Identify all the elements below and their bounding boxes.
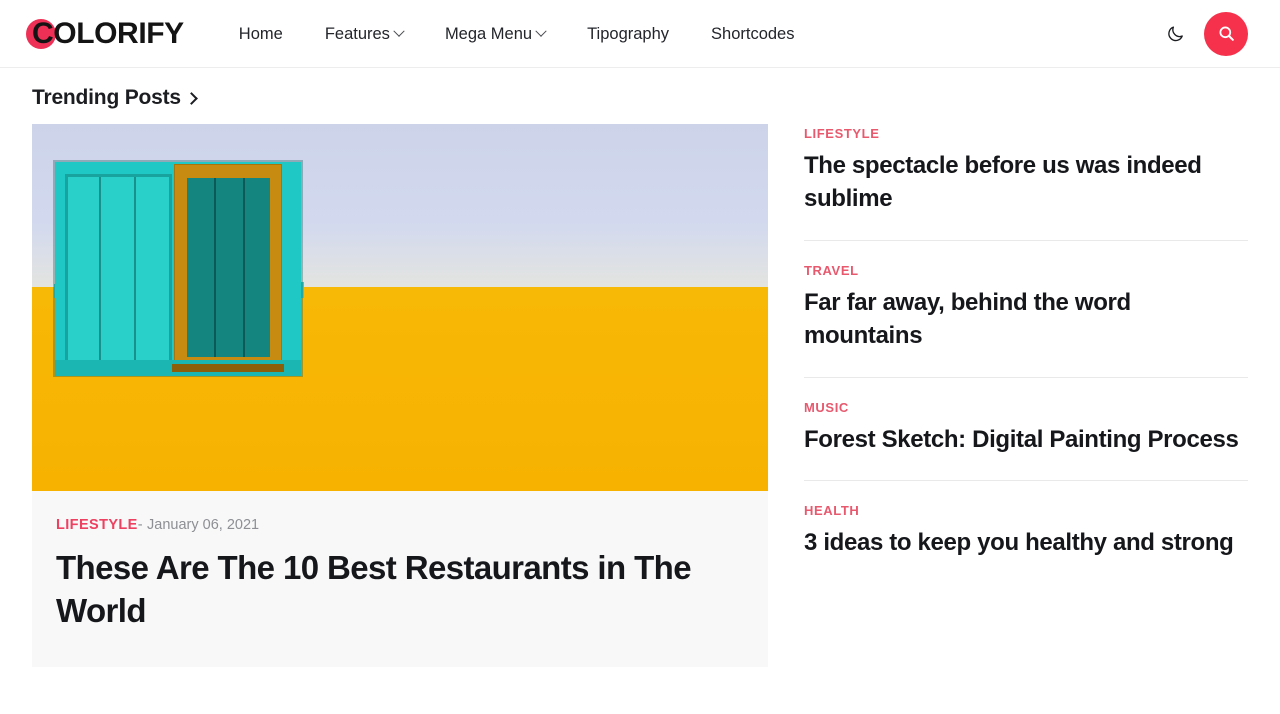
- chevron-down-icon: [535, 25, 547, 37]
- logo-text: COLORIFY: [32, 16, 184, 50]
- trend-post-title[interactable]: The spectacle before us was indeed subli…: [804, 150, 1248, 216]
- featured-post-date: January 06, 2021: [147, 517, 260, 533]
- featured-post-title[interactable]: These Are The 10 Best Restaurants in The…: [56, 547, 744, 633]
- trend-post-title[interactable]: 3 ideas to keep you healthy and strong: [804, 527, 1248, 560]
- trend-category-link[interactable]: LIFESTYLE: [804, 126, 1248, 141]
- list-item[interactable]: MUSIC Forest Sketch: Digital Painting Pr…: [804, 400, 1248, 482]
- moon-icon: [1167, 26, 1183, 42]
- page-title: Trending Posts: [32, 86, 181, 109]
- trend-category-link[interactable]: HEALTH: [804, 503, 1248, 518]
- nav-item-tipography[interactable]: Tipography: [566, 0, 690, 68]
- trending-posts-list: LIFESTYLE The spectacle before us was in…: [804, 124, 1248, 560]
- image-door-sill: [172, 364, 284, 372]
- search-icon: [1218, 26, 1234, 41]
- nav-item-mega-menu[interactable]: Mega Menu: [424, 0, 566, 68]
- featured-post-card[interactable]: LIFESTYLE- January 06, 2021 These Are Th…: [32, 124, 768, 667]
- chevron-right-icon: [185, 92, 198, 105]
- nav-item-label: Shortcodes: [711, 24, 795, 43]
- image-door-panel: [187, 178, 270, 357]
- featured-post-image: [32, 124, 768, 491]
- nav-item-label: Home: [238, 24, 283, 43]
- list-item[interactable]: TRAVEL Far far away, behind the word mou…: [804, 263, 1248, 378]
- image-window-shutter: [65, 174, 172, 366]
- nav-item-label: Features: [324, 24, 390, 43]
- featured-post-meta: LIFESTYLE- January 06, 2021: [56, 517, 744, 533]
- meta-separator: -: [137, 517, 143, 533]
- nav-item-label: Mega Menu: [444, 24, 533, 43]
- trend-post-title[interactable]: Forest Sketch: Digital Painting Process: [804, 424, 1248, 457]
- trend-post-title[interactable]: Far far away, behind the word mountains: [804, 287, 1248, 353]
- search-button[interactable]: [1204, 11, 1248, 56]
- main-navigation: Home Features Mega Menu Tipography Short…: [218, 0, 816, 68]
- trend-category-link[interactable]: TRAVEL: [804, 263, 1248, 278]
- featured-post-body: LIFESTYLE- January 06, 2021 These Are Th…: [32, 491, 768, 667]
- nav-item-label: Tipography: [587, 24, 670, 43]
- nav-item-shortcodes[interactable]: Shortcodes: [690, 0, 815, 68]
- site-header: COLORIFY Home Features Mega Menu Tipogra…: [0, 0, 1280, 68]
- trend-category-link[interactable]: MUSIC: [804, 400, 1248, 415]
- list-item[interactable]: HEALTH 3 ideas to keep you healthy and s…: [804, 503, 1248, 560]
- list-item[interactable]: LIFESTYLE The spectacle before us was in…: [804, 126, 1248, 241]
- featured-category-link[interactable]: LIFESTYLE: [56, 517, 138, 533]
- chevron-down-icon: [393, 25, 405, 37]
- trending-posts-heading[interactable]: Trending Posts: [0, 68, 228, 124]
- nav-item-features[interactable]: Features: [304, 0, 424, 68]
- main-content: LIFESTYLE- January 06, 2021 These Are Th…: [0, 124, 1280, 667]
- site-logo[interactable]: COLORIFY: [26, 16, 184, 51]
- nav-item-home[interactable]: Home: [218, 0, 304, 68]
- dark-mode-toggle[interactable]: [1160, 19, 1190, 49]
- header-actions: [1160, 11, 1248, 56]
- image-door-frame: [174, 164, 282, 370]
